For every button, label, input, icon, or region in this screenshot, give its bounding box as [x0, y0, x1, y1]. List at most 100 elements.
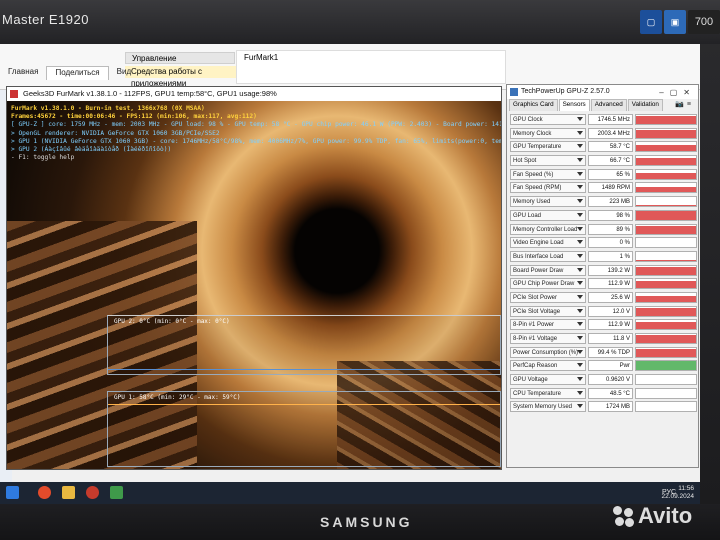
tab-validation[interactable]: Validation	[627, 99, 663, 111]
photo-frame: Master E1920 ▢ ▣ 700 Управление Средства…	[0, 0, 720, 540]
sensor-label[interactable]: Video Engine Load	[510, 237, 586, 249]
chevron-down-icon[interactable]	[577, 390, 583, 395]
gpu1-graph-line	[108, 404, 500, 405]
clock-date: 22.09.2024	[661, 493, 694, 500]
chevron-down-icon[interactable]	[577, 130, 583, 135]
chevron-down-icon[interactable]	[577, 253, 583, 258]
chevron-down-icon[interactable]	[577, 171, 583, 176]
chevron-down-icon[interactable]	[577, 349, 583, 354]
chevron-down-icon[interactable]	[577, 308, 583, 313]
sensor-label[interactable]: GPU Temperature	[510, 141, 586, 153]
sensor-graph-fill	[636, 307, 696, 316]
clock[interactable]: 11:56 22.09.2024	[661, 485, 694, 501]
sensor-graph	[635, 250, 697, 262]
sensor-label[interactable]: 8-Pin #1 Power	[510, 319, 586, 331]
gpu2-graph-label: GPU 2: 0°C (min: 0°C - max: 0°C)	[114, 318, 230, 325]
sensor-graph-fill	[636, 295, 696, 302]
sensor-graph-fill	[636, 281, 696, 289]
gpuz-window[interactable]: TechPowerUp GPU-Z 2.57.0 –▢✕ Graphics Ca…	[506, 84, 699, 468]
sensor-graph-fill	[636, 334, 696, 343]
osd-line: - F1: toggle help	[11, 154, 75, 162]
sensor-value: 1724 MB	[588, 401, 633, 413]
app-tools-tab[interactable]: Средства работы с приложениями	[125, 66, 240, 88]
chevron-down-icon[interactable]	[577, 363, 583, 368]
chevron-down-icon[interactable]	[577, 336, 583, 340]
chevron-down-icon[interactable]	[577, 267, 583, 272]
sensor-label[interactable]: Memory Clock	[510, 127, 586, 139]
sensor-graph	[635, 196, 697, 208]
sensor-label[interactable]: Bus Interface Load	[510, 250, 586, 262]
sensor-row: GPU Clock 1746.5 MHz	[509, 113, 698, 127]
sensor-label[interactable]: Board Power Draw	[510, 264, 586, 276]
gpuz-toolbar[interactable]: 📷≡	[675, 100, 694, 108]
sensor-row: Memory Used 223 MB	[509, 195, 698, 209]
tab-share[interactable]: Поделиться	[46, 66, 109, 80]
sensor-label[interactable]: Memory Controller Load	[510, 223, 586, 235]
sensor-label[interactable]: System Memory Used	[510, 401, 586, 413]
furmark-window[interactable]: Geeks3D FurMark v1.38.1.0 - 112FPS, GPU1…	[6, 86, 502, 470]
sensor-label[interactable]: GPU Voltage	[510, 374, 586, 386]
sensor-label[interactable]: GPU Chip Power Draw	[510, 278, 586, 290]
chevron-down-icon[interactable]	[577, 117, 583, 121]
tab-sensors[interactable]: Sensors	[558, 99, 590, 111]
furmark-icon	[10, 90, 18, 98]
chevron-down-icon[interactable]	[577, 212, 583, 217]
chevron-down-icon[interactable]	[577, 322, 583, 327]
intel-sticker: ▢	[640, 10, 662, 34]
sensor-graph	[635, 374, 697, 386]
chevron-down-icon[interactable]	[577, 185, 583, 190]
furmark-titlebar[interactable]: Geeks3D FurMark v1.38.1.0 - 112FPS, GPU1…	[7, 87, 501, 101]
chevron-down-icon[interactable]	[577, 377, 583, 382]
tab-graphics-card[interactable]: Graphics Card	[509, 99, 558, 111]
sensor-label[interactable]: PCIe Slot Power	[510, 291, 586, 303]
sensor-graph	[635, 278, 697, 290]
gpu2-graph-line	[108, 369, 500, 370]
chevron-down-icon[interactable]	[577, 199, 583, 204]
sensor-row: Video Engine Load 0 %	[509, 236, 698, 250]
sensor-label[interactable]: 8-Pin #1 Voltage	[510, 333, 586, 344]
chevron-down-icon[interactable]	[577, 281, 583, 286]
tab-home[interactable]: Главная	[0, 66, 46, 80]
chevron-down-icon[interactable]	[577, 404, 583, 409]
start-icon[interactable]	[6, 486, 19, 499]
chevron-down-icon[interactable]	[577, 294, 583, 299]
sensor-graph	[635, 141, 697, 153]
chevron-down-icon[interactable]	[577, 158, 583, 163]
osd-line: > GPU 2 (Áàçîâûé âèäåîàäàïòåð (Ìàéêðîñîô…	[11, 146, 172, 154]
gpuz-taskbar-icon[interactable]	[110, 486, 123, 499]
sensor-value: Pwr	[588, 360, 633, 372]
sensor-label[interactable]: Memory Used	[510, 196, 586, 208]
sensor-label[interactable]: Fan Speed (%)	[510, 168, 586, 180]
sensor-label[interactable]: Fan Speed (RPM)	[510, 182, 586, 194]
chevron-down-icon[interactable]	[577, 240, 583, 245]
chevron-down-icon[interactable]	[577, 144, 583, 149]
yandex-icon[interactable]	[38, 486, 51, 499]
sensor-graph	[635, 401, 697, 413]
sensor-row: Board Power Draw 139.2 W	[509, 264, 698, 278]
sensor-graph	[635, 114, 697, 125]
sensor-graph	[635, 182, 697, 194]
sensor-row: Fan Speed (%) 65 %	[509, 168, 698, 182]
taskbar: РУС 11:56 22.09.2024	[0, 482, 700, 504]
window-controls[interactable]: –▢✕	[659, 86, 696, 100]
sensor-graph	[635, 333, 697, 344]
sensor-label[interactable]: CPU Temperature	[510, 387, 586, 399]
sensor-label[interactable]: GPU Clock	[510, 114, 586, 125]
sensor-row: GPU Temperature 58.7 °C	[509, 140, 698, 154]
sensor-label[interactable]: Hot Spot	[510, 155, 586, 167]
furmark-taskbar-icon[interactable]	[86, 486, 99, 499]
sensor-graph-fill	[636, 211, 696, 220]
manage-tab[interactable]: Управление	[125, 52, 235, 64]
sensor-value: 2003.4 MHz	[588, 127, 633, 139]
tab-advanced[interactable]: Advanced	[590, 99, 627, 111]
tab-view[interactable]: Вид	[109, 66, 139, 80]
sensor-label[interactable]: PCIe Slot Voltage	[510, 305, 586, 317]
sensor-label[interactable]: PerfCap Reason	[510, 360, 586, 372]
folder-title: FurMark1	[244, 53, 279, 62]
gpuz-titlebar[interactable]: TechPowerUp GPU-Z 2.57.0 –▢✕	[507, 85, 698, 99]
chevron-down-icon[interactable]	[577, 226, 583, 231]
sensor-label[interactable]: GPU Load	[510, 209, 586, 221]
sensor-label[interactable]: Power Consumption (%)	[510, 346, 586, 358]
folder-icon[interactable]	[62, 486, 75, 499]
gpuz-icon	[510, 88, 518, 96]
